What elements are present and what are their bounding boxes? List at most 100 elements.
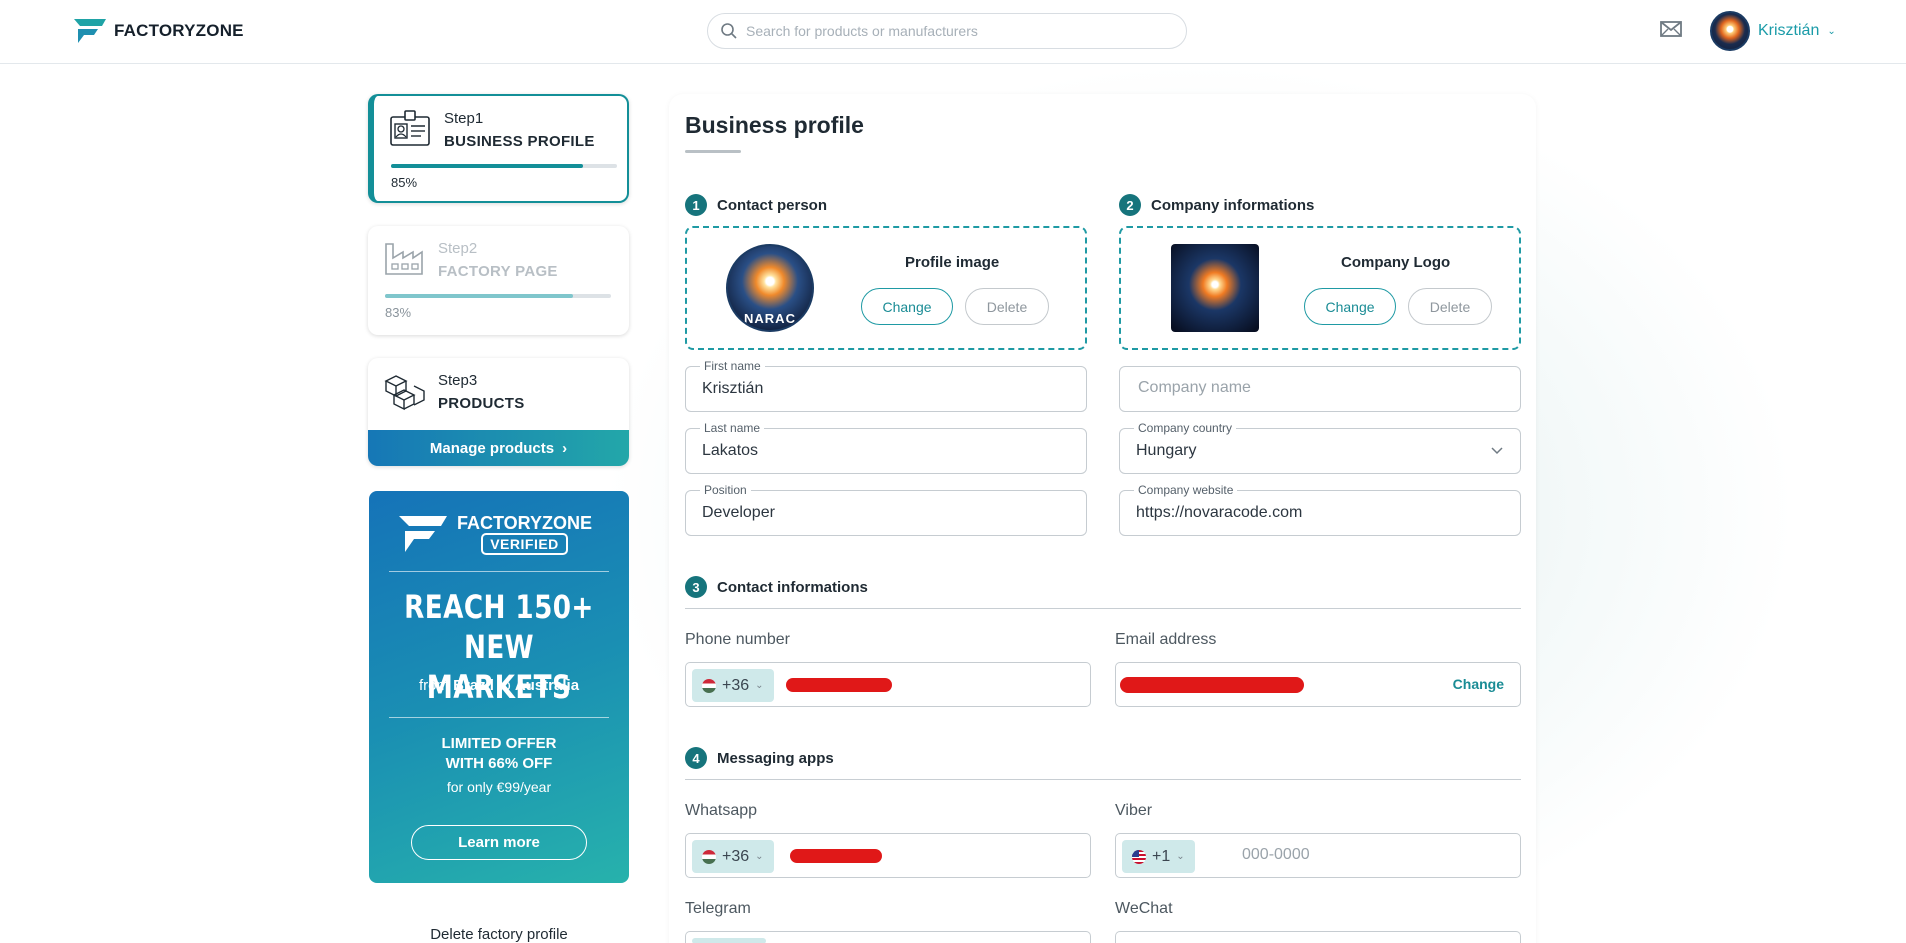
user-name: Krisztián — [1758, 22, 1820, 39]
manage-products-button[interactable]: Manage products › — [368, 430, 629, 466]
telegram-field[interactable] — [685, 931, 1091, 943]
step-factory-page[interactable]: Step2 FACTORY PAGE 83% — [368, 226, 629, 335]
brand-logo[interactable]: FACTORYZONE — [72, 17, 244, 45]
profile-image-upload: NARAC Profile image Change Delete — [685, 226, 1087, 350]
search-input[interactable] — [746, 23, 1166, 39]
section-divider — [685, 779, 1521, 780]
step-number: Step3 — [438, 372, 478, 389]
section-label: Contact person — [717, 196, 828, 214]
section-number: 4 — [685, 747, 707, 769]
chevron-down-icon: ⌄ — [755, 680, 764, 691]
change-profile-image-button[interactable]: Change — [861, 288, 953, 325]
search-icon — [721, 23, 737, 39]
promo-price: for only €99/year — [446, 779, 552, 795]
field-label: First name — [700, 359, 765, 373]
progress-bar — [385, 294, 611, 298]
profile-avatar: NARAC — [726, 244, 814, 332]
country-code-select[interactable] — [692, 938, 766, 943]
search-bar[interactable] — [707, 13, 1187, 49]
divider — [389, 571, 609, 572]
offer-line-2: WITH 66% OFF — [445, 755, 553, 772]
user-menu[interactable]: Krisztián ⌄ — [1710, 11, 1836, 51]
country-code: +1 — [1152, 847, 1171, 865]
company-name-input[interactable] — [1138, 379, 1468, 397]
avatar-text: NARAC — [744, 311, 796, 326]
section-contact-person: 1 Contact person — [685, 194, 827, 216]
avatar — [1710, 11, 1750, 51]
chevron-down-icon — [1491, 447, 1503, 455]
progress-fill — [385, 294, 573, 298]
field-value: Krisztián — [702, 380, 764, 397]
promo-brand: FACTORYZONE — [457, 513, 593, 533]
factory-icon — [385, 243, 423, 275]
step-title: FACTORY PAGE — [438, 263, 558, 280]
delete-company-logo-button[interactable]: Delete — [1408, 288, 1492, 325]
first-name-field[interactable]: First name Krisztián — [685, 359, 1087, 412]
field-value: Lakatos — [702, 442, 759, 459]
profile-image-label: Profile image — [905, 254, 1000, 271]
promo-offer: LIMITED OFFER WITH 66% OFF — [369, 734, 629, 774]
change-company-logo-button[interactable]: Change — [1304, 288, 1396, 325]
phone-field[interactable]: +36 ⌄ — [685, 662, 1091, 707]
field-label: Company country — [1134, 421, 1237, 435]
section-messaging-apps: 4 Messaging apps — [685, 747, 834, 769]
section-company-info: 2 Company informations — [1119, 194, 1314, 216]
headline-line-2: NEW MARKETS — [426, 628, 572, 706]
section-number: 2 — [1119, 194, 1141, 216]
change-email-link[interactable]: Change — [1453, 676, 1504, 692]
divider — [389, 717, 609, 718]
mail-icon[interactable] — [1660, 20, 1682, 38]
progress-percent: 83% — [385, 305, 412, 320]
section-label: Contact informations — [717, 578, 868, 596]
offer-line-1: LIMITED OFFER — [441, 735, 557, 752]
section-divider — [685, 608, 1521, 609]
boxes-icon — [384, 375, 425, 411]
country-code-select[interactable]: +1 ⌄ — [1122, 840, 1195, 873]
viber-field[interactable]: +1 ⌄ — [1115, 833, 1521, 878]
email-label: Email address — [1115, 631, 1217, 648]
step-business-profile[interactable]: Step1 BUSINESS PROFILE 85% — [368, 94, 629, 203]
country-code-select[interactable]: +36 ⌄ — [692, 669, 774, 702]
delete-factory-profile-link[interactable]: Delete factory profile — [369, 926, 629, 943]
from-word: from — [418, 677, 449, 694]
section-contact-info: 3 Contact informations — [685, 576, 868, 598]
phone-label: Phone number — [685, 631, 790, 648]
country-code: +36 — [722, 847, 750, 865]
promo-logo: FACTORYZONE VERIFIED — [397, 513, 592, 555]
brand-name: FACTORYZONE — [114, 21, 244, 40]
step-products[interactable]: Step3 PRODUCTS Manage products › — [368, 358, 629, 466]
company-logo-image — [1171, 244, 1259, 332]
section-label: Messaging apps — [717, 749, 834, 767]
whatsapp-field[interactable]: +36 ⌄ — [685, 833, 1091, 878]
email-field[interactable]: Change — [1115, 662, 1521, 707]
company-country-select[interactable]: Company country Hungary — [1119, 421, 1521, 474]
verified-badge: VERIFIED — [481, 533, 568, 555]
wechat-label: WeChat — [1115, 900, 1173, 917]
hungary-flag-icon — [702, 849, 716, 864]
step-number: Step2 — [438, 240, 478, 257]
chevron-down-icon: ⌄ — [1827, 25, 1836, 37]
manage-products-label: Manage products — [429, 439, 555, 457]
field-label: Company website — [1134, 483, 1238, 497]
company-name-field[interactable] — [1119, 366, 1521, 412]
from-place: Brazil — [453, 677, 494, 694]
country-code-select[interactable]: +36 ⌄ — [692, 840, 774, 873]
field-value: https://novaracode.com — [1136, 504, 1303, 521]
headline-line-1: REACH 150+ — [404, 588, 594, 626]
factoryzone-logo-icon — [74, 19, 106, 43]
company-website-field[interactable]: Company website https://novaracode.com — [1119, 483, 1521, 536]
delete-profile-image-button[interactable]: Delete — [965, 288, 1049, 325]
chevron-down-icon: ⌄ — [1176, 851, 1185, 862]
progress-fill — [391, 164, 584, 168]
wechat-field[interactable] — [1115, 931, 1521, 943]
viber-number-input[interactable] — [1242, 846, 1492, 864]
progress-percent: 85% — [391, 175, 418, 190]
last-name-field[interactable]: Last name Lakatos — [685, 421, 1087, 474]
learn-more-button[interactable]: Learn more — [411, 825, 587, 860]
field-value: Developer — [702, 504, 775, 521]
position-field[interactable]: Position Developer — [685, 483, 1087, 536]
promo-from-to: from Brazil to Australia — [369, 677, 629, 694]
whatsapp-label: Whatsapp — [685, 802, 758, 819]
field-value: Hungary — [1136, 442, 1197, 459]
page-title: Business profile — [685, 112, 864, 138]
